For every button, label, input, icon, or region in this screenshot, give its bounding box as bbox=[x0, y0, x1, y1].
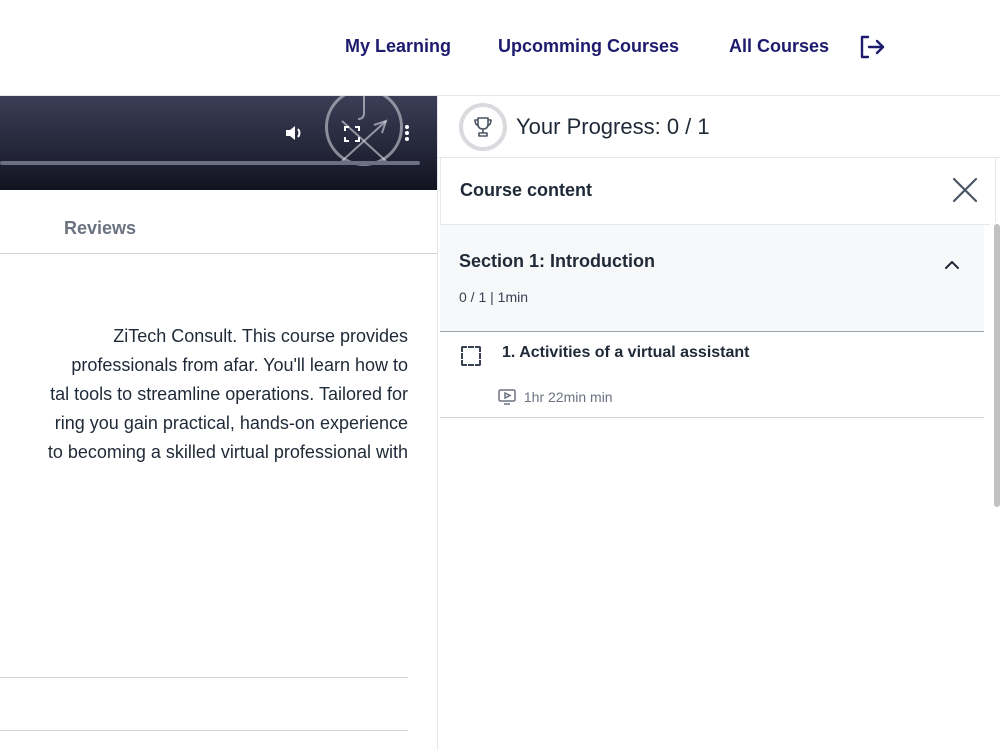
logout-icon[interactable] bbox=[858, 33, 886, 61]
video-progress-bar[interactable] bbox=[0, 161, 420, 165]
column-separator bbox=[437, 96, 438, 750]
volume-icon[interactable] bbox=[284, 124, 304, 147]
divider bbox=[0, 677, 408, 678]
tab-reviews[interactable]: Reviews bbox=[64, 218, 136, 239]
nav-my-learning[interactable]: My Learning bbox=[345, 36, 451, 57]
section-header[interactable]: Section 1: Introduction 0 / 1 | 1min bbox=[440, 225, 984, 332]
progress-ring bbox=[459, 103, 507, 151]
close-icon[interactable] bbox=[951, 176, 979, 204]
fullscreen-icon[interactable] bbox=[344, 126, 360, 147]
trophy-icon bbox=[473, 116, 493, 143]
divider bbox=[0, 730, 408, 731]
nav-all-courses[interactable]: All Courses bbox=[729, 36, 829, 57]
course-content-title: Course content bbox=[460, 180, 593, 200]
video-lesson-icon bbox=[498, 389, 524, 405]
course-description: ZiTech Consult. This course provides pro… bbox=[0, 322, 408, 467]
nav-upcoming-courses[interactable]: Upcomming Courses bbox=[498, 36, 679, 57]
description-line: professionals from afar. You'll learn ho… bbox=[71, 355, 408, 375]
lesson-checkbox[interactable] bbox=[461, 346, 481, 366]
video-player[interactable] bbox=[0, 96, 438, 190]
video-watermark-logo bbox=[325, 96, 403, 166]
section-meta: 0 / 1 | 1min bbox=[459, 289, 529, 305]
page: My Learning Upcomming Courses All Course… bbox=[0, 0, 1000, 750]
section-title: Section 1: Introduction bbox=[459, 251, 655, 271]
description-line: tal tools to streamline operations. Tail… bbox=[50, 384, 408, 404]
lesson-title[interactable]: 1. Activities of a virtual assistant bbox=[502, 344, 750, 362]
progress-panel: Your Progress: 0 / 1 bbox=[438, 96, 1000, 158]
more-vertical-icon[interactable] bbox=[404, 124, 410, 147]
description-line: ZiTech Consult. This course provides bbox=[113, 326, 408, 346]
course-content-header: Course content bbox=[440, 158, 996, 225]
lesson-duration: 1hr 22min min bbox=[498, 389, 613, 405]
top-navigation: My Learning Upcomming Courses All Course… bbox=[0, 0, 1000, 96]
course-tabs: ents Reviews bbox=[0, 190, 438, 254]
progress-text: Your Progress: 0 / 1 bbox=[516, 114, 710, 139]
description-line: ring you gain practical, hands-on experi… bbox=[54, 413, 408, 433]
description-line: to becoming a skilled virtual profession… bbox=[47, 442, 408, 462]
lesson-duration-text: 1hr 22min min bbox=[523, 389, 613, 405]
chevron-up-icon[interactable] bbox=[944, 257, 960, 275]
scrollbar-thumb[interactable] bbox=[994, 224, 1000, 507]
lesson-item[interactable]: 1. Activities of a virtual assistant 1hr… bbox=[440, 332, 984, 418]
